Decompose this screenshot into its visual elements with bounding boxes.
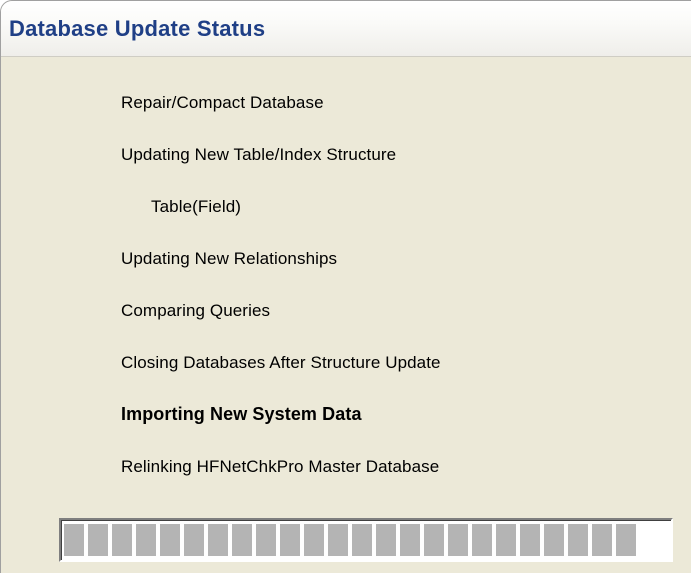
progress-block [520,524,540,556]
step-updating-relationships: Updating New Relationships [121,249,338,268]
progress-block [88,524,108,556]
step-closing-databases: Closing Databases After Structure Update [121,353,441,372]
progress-block [568,524,588,556]
progress-block [544,524,564,556]
progress-block [376,524,396,556]
step-repair-compact: Repair/Compact Database [121,93,324,112]
progress-block [208,524,228,556]
progress-block [256,524,276,556]
progress-block [616,524,636,556]
progress-bar [59,518,673,562]
progress-block [64,524,84,556]
title-bar: Database Update Status [1,1,691,57]
progress-block [496,524,516,556]
step-comparing-queries: Comparing Queries [121,301,271,320]
progress-block [280,524,300,556]
progress-block [400,524,420,556]
progress-block [352,524,372,556]
window-title: Database Update Status [9,15,266,41]
database-update-status-window: Database Update Status Repair/Compact Da… [0,0,691,573]
step-relinking-master-database: Relinking HFNetChkPro Master Database [121,457,440,476]
progress-block [160,524,180,556]
progress-block [424,524,444,556]
progress-block [472,524,492,556]
step-importing-system-data: Importing New System Data [121,404,362,424]
progress-block [136,524,156,556]
step-table-field: Table(Field) [151,197,242,216]
progress-block [112,524,132,556]
progress-block [592,524,612,556]
progress-block [448,524,468,556]
step-updating-table-index: Updating New Table/Index Structure [121,145,397,164]
progress-block [232,524,252,556]
progress-block [184,524,204,556]
progress-track [64,524,668,556]
progress-block [328,524,348,556]
progress-block [304,524,324,556]
